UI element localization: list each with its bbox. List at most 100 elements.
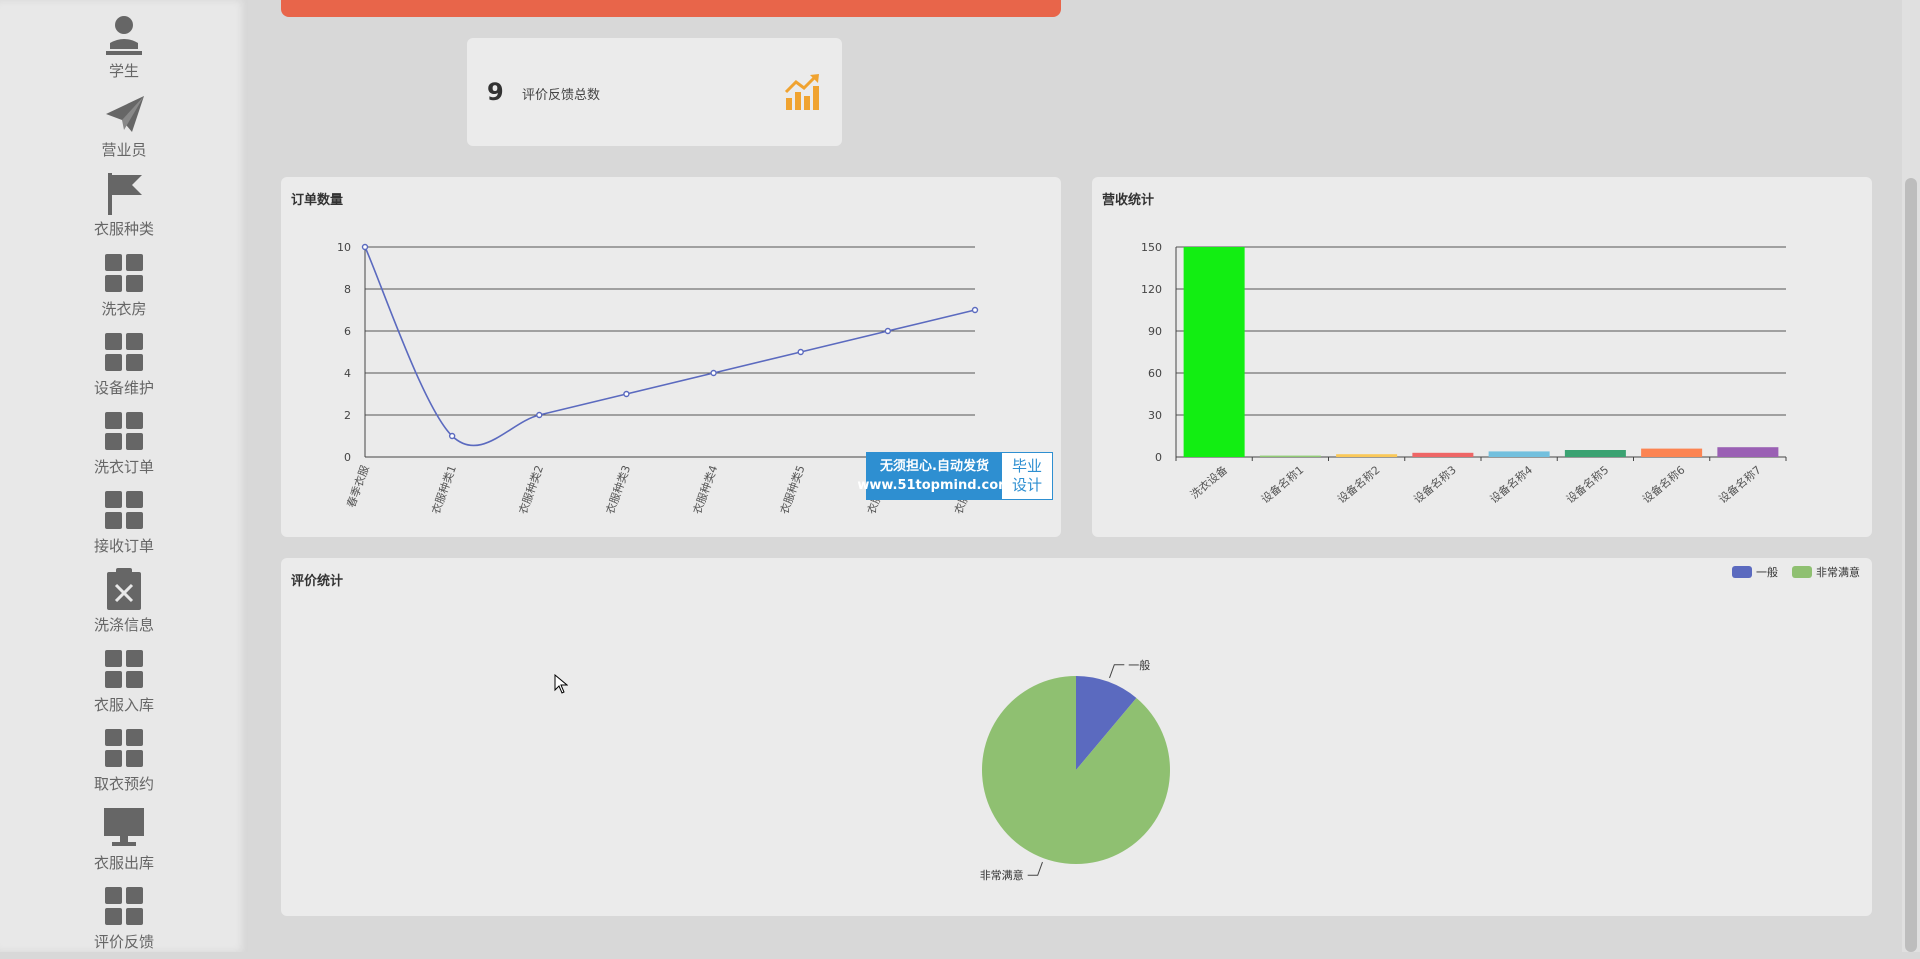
mouse-cursor-icon — [554, 673, 569, 698]
sidebar-item-2[interactable]: 营业员 — [0, 91, 248, 167]
x-tick-label: 设备名称3 — [1411, 463, 1459, 507]
page-scrollbar[interactable] — [1902, 0, 1920, 952]
sidebar-item-9[interactable]: 衣服入库 — [0, 646, 248, 722]
pie-slice — [982, 676, 1170, 864]
sidebar: 学生营业员衣服种类洗衣房设备维护洗衣订单接收订单洗涤信息衣服入库取衣预约衣服出库… — [0, 0, 248, 952]
ratings-pie-chart: 一般非常满意一般 非常满意 — [980, 565, 1860, 882]
grid-icon — [101, 329, 147, 375]
data-point — [623, 390, 630, 398]
bar — [1641, 448, 1703, 457]
top-banner — [281, 0, 1061, 17]
feedback-total-value: 9 — [487, 78, 504, 106]
x-tick-label: 设备名称5 — [1563, 463, 1611, 507]
y-tick-label: 30 — [1148, 409, 1162, 422]
data-point — [710, 369, 717, 377]
sidebar-item-3[interactable]: 衣服种类 — [0, 170, 248, 246]
watermark-badge: 无须担心.自动发货 www.51topmind.com 毕业 设计 — [857, 452, 1053, 500]
data-point — [971, 306, 979, 314]
sidebar-item-label: 设备维护 — [93, 378, 154, 397]
data-point — [448, 432, 456, 440]
paper-plane-icon — [101, 91, 147, 137]
grid-icon — [101, 487, 147, 533]
pie-leader-line — [1109, 664, 1125, 679]
sidebar-item-label: 衣服种类 — [93, 220, 154, 239]
legend-swatch — [1792, 566, 1812, 578]
x-tick-label: 衣服种类4 — [690, 463, 721, 516]
y-tick-label: 90 — [1148, 325, 1162, 338]
grid-icon — [101, 725, 147, 771]
scrollbar-thumb[interactable] — [1905, 178, 1917, 952]
x-tick-label: 设备名称7 — [1716, 463, 1764, 507]
grid-icon — [101, 646, 147, 692]
x-tick-label: 春季衣服 — [344, 463, 372, 509]
flag-icon — [101, 170, 147, 216]
series-line — [364, 246, 976, 447]
sidebar-item-1[interactable]: 学生 — [0, 12, 248, 88]
pie-label: 一般 — [1128, 659, 1150, 672]
chart-up-icon — [782, 72, 822, 116]
data-point — [536, 411, 543, 419]
feedback-total-card[interactable]: 9 评价反馈总数 — [467, 38, 842, 146]
sidebar-item-12[interactable]: 评价反馈 — [0, 883, 248, 959]
y-tick-label: 2 — [344, 409, 351, 422]
sidebar-item-label: 学生 — [108, 62, 139, 80]
sidebar-item-10[interactable]: 取衣预约 — [0, 725, 248, 801]
sidebar-item-11[interactable]: 衣服出库 — [0, 804, 248, 880]
ratings-chart-panel: 评价统计 一般 非常满意 一般 非常满意 — [281, 558, 1872, 916]
x-tick-label: 设备名称6 — [1639, 463, 1687, 507]
data-point — [797, 348, 804, 356]
sidebar-item-label: 衣服出库 — [93, 854, 154, 872]
x-tick-label: 衣服种类2 — [516, 463, 547, 516]
x-tick-label: 设备名称2 — [1334, 463, 1382, 507]
sidebar-item-label: 衣服入库 — [93, 695, 154, 714]
sidebar-item-8[interactable]: 洗涤信息 — [0, 566, 248, 642]
x-tick-label: 衣服种类1 — [428, 463, 459, 516]
x-tick-label: 衣服种类3 — [603, 463, 634, 516]
grid-icon — [101, 250, 147, 296]
x-tick-label: 衣服种类5 — [777, 463, 808, 516]
y-tick-label: 10 — [337, 241, 351, 254]
y-tick-label: 150 — [1141, 241, 1162, 254]
bar — [1717, 447, 1779, 457]
bar — [1259, 455, 1321, 457]
y-tick-label: 6 — [344, 325, 351, 338]
sidebar-item-5[interactable]: 设备维护 — [0, 329, 248, 405]
monitor-icon — [101, 804, 147, 850]
bar — [1564, 450, 1626, 457]
bar — [1336, 454, 1398, 457]
legend-label: 一般 — [1756, 566, 1778, 579]
pie-leader-line — [1027, 861, 1043, 876]
y-tick-label: 120 — [1141, 283, 1162, 296]
revenue-chart-panel: 营收统计 0 30 60 90 120 150 洗衣设备 设备名称1 设备名称2 设备名称3 设备名… — [1092, 177, 1872, 537]
watermark-line2: www.51topmind.com — [857, 478, 1012, 493]
pie-label: 非常满意 — [980, 868, 1024, 882]
y-tick-label: 0 — [344, 451, 351, 464]
legend-swatch — [1732, 566, 1752, 578]
revenue-bar-chart: 0 30 60 90 120 150 洗衣设备 设备名称1 设备名称2 设备名称3 设备名称4 设备名… — [1141, 241, 1787, 507]
y-tick-label: 0 — [1155, 451, 1162, 464]
bar — [1488, 451, 1550, 457]
x-tick-label: 洗衣设备 — [1187, 463, 1230, 502]
sidebar-item-7[interactable]: 接收订单 — [0, 487, 248, 563]
sidebar-item-4[interactable]: 洗衣房 — [0, 250, 248, 326]
sidebar-item-label: 评价反馈 — [93, 933, 154, 952]
clipboard-x-icon — [101, 566, 147, 612]
x-tick-label: 设备名称4 — [1487, 463, 1535, 507]
y-tick-label: 60 — [1148, 367, 1162, 380]
data-point — [884, 327, 892, 335]
bar — [1412, 452, 1474, 457]
legend-label: 非常满意 — [1816, 565, 1860, 579]
sidebar-item-label: 洗衣房 — [101, 299, 147, 318]
grid-icon — [101, 883, 147, 929]
grid-icon — [101, 408, 147, 454]
user-icon — [101, 12, 147, 58]
sidebar-item-label: 洗衣订单 — [93, 458, 154, 476]
sidebar-item-label: 取衣预约 — [93, 774, 154, 793]
watermark-line1: 无须担心.自动发货 — [880, 459, 989, 474]
sidebar-item-label: 洗涤信息 — [93, 616, 154, 635]
y-tick-label: 4 — [344, 367, 351, 380]
bar — [1183, 247, 1245, 457]
watermark-side1: 毕业 — [1011, 457, 1042, 475]
sidebar-item-6[interactable]: 洗衣订单 — [0, 408, 248, 484]
x-tick-label: 设备名称1 — [1258, 463, 1306, 507]
